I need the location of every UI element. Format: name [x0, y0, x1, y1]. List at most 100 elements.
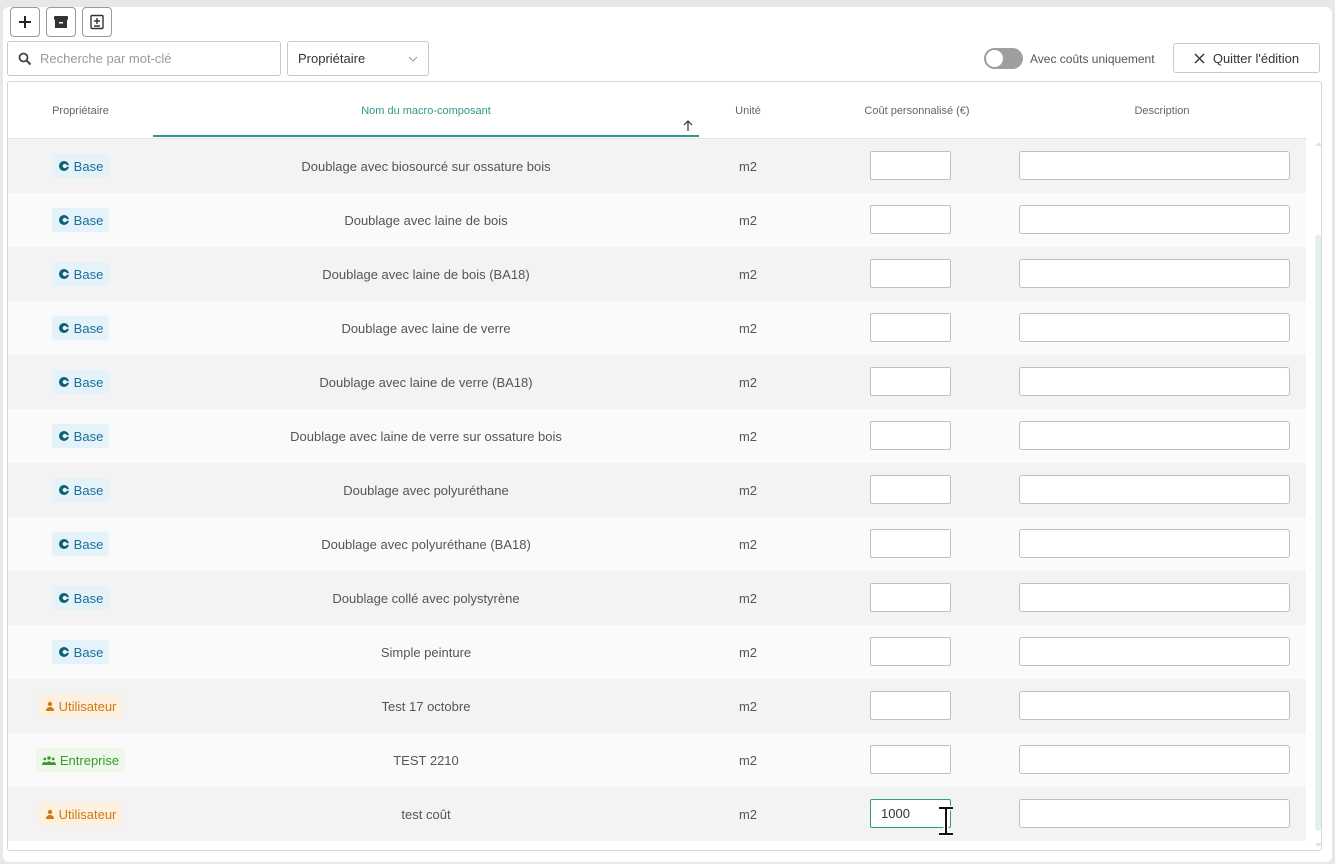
cost-input[interactable]	[870, 637, 951, 666]
unit-cell: m2	[738, 212, 758, 228]
cost-only-label: Avec coûts uniquement	[1030, 51, 1155, 66]
user-icon	[45, 809, 54, 819]
search-box	[7, 41, 281, 76]
description-input[interactable]	[1019, 583, 1290, 612]
description-input[interactable]	[1019, 799, 1290, 828]
import-button[interactable]	[82, 7, 112, 37]
cost-input[interactable]	[870, 799, 951, 828]
name-cell: Doublage avec polyuréthane	[343, 482, 509, 498]
cost-input[interactable]	[870, 583, 951, 612]
owner-badge-label: Base	[73, 536, 104, 552]
table-row[interactable]: Utilisateur Test 17 octobre m2	[8, 679, 1306, 733]
name-cell: Simple peinture	[380, 644, 472, 660]
team-icon	[41, 756, 56, 765]
base-icon	[58, 431, 70, 441]
table-row[interactable]: Base Doublage avec biosourcé sur ossature…	[8, 139, 1306, 193]
macro-components-table: Propriétaire Nom du macro-composant Unit…	[7, 81, 1322, 851]
table-row[interactable]: Base Doublage avec laine de verre sur oss…	[8, 409, 1306, 463]
description-input[interactable]	[1019, 475, 1290, 504]
unit-cell: m2	[738, 752, 758, 768]
owner-filter-value: Propriétaire	[298, 51, 366, 66]
owner-badge-label: Base	[73, 212, 104, 228]
table-row[interactable]: Base Doublage avec laine de verre m2	[8, 301, 1306, 355]
base-icon	[58, 593, 70, 603]
cost-only-toggle[interactable]	[984, 48, 1023, 69]
scrollbar-thumb[interactable]	[1315, 235, 1321, 831]
unit-cell: m2	[738, 590, 758, 606]
scrollbar[interactable]	[1314, 139, 1322, 850]
description-input[interactable]	[1019, 313, 1290, 342]
description-input[interactable]	[1019, 691, 1290, 720]
description-input[interactable]	[1019, 367, 1290, 396]
header-name[interactable]: Nom du macro-composant	[153, 82, 699, 139]
header-unit[interactable]: Unité	[699, 82, 797, 139]
owner-badge: Utilisateur	[38, 802, 123, 826]
toggle-knob	[986, 50, 1003, 67]
owner-cell: Base	[8, 463, 153, 517]
quit-edit-button[interactable]: Quitter l'édition	[1173, 43, 1320, 73]
owner-badge-label: Utilisateur	[58, 806, 117, 822]
cost-input[interactable]	[870, 475, 951, 504]
description-input[interactable]	[1019, 421, 1290, 450]
table-row[interactable]: Base Simple peinture m2	[8, 625, 1306, 679]
owner-badge: Base	[51, 532, 110, 556]
archive-button[interactable]	[46, 7, 76, 37]
name-cell: Doublage avec laine de bois (BA18)	[322, 266, 530, 282]
cost-input[interactable]	[870, 367, 951, 396]
owner-badge: Base	[51, 154, 110, 178]
owner-badge-label: Base	[73, 320, 104, 336]
cost-input[interactable]	[870, 691, 951, 720]
unit-cell: m2	[738, 482, 758, 498]
owner-badge-label: Base	[73, 266, 104, 282]
unit-cell: m2	[738, 644, 758, 660]
cost-input[interactable]	[870, 421, 951, 450]
table-row[interactable]: Entreprise TEST 2210 m2	[8, 733, 1306, 787]
table-row[interactable]: Utilisateur test coût m2	[8, 787, 1306, 841]
owner-filter-select[interactable]: Propriétaire	[287, 41, 429, 76]
owner-badge: Base	[51, 316, 110, 340]
table-row[interactable]: Base Doublage collé avec polystyrène m2	[8, 571, 1306, 625]
user-icon	[45, 701, 54, 711]
cost-input[interactable]	[870, 745, 951, 774]
owner-cell: Utilisateur	[8, 679, 153, 733]
header-cost[interactable]: Coût personnalisé (€)	[797, 82, 1037, 139]
scroll-up-icon[interactable]	[1315, 141, 1322, 146]
owner-cell: Entreprise	[8, 733, 153, 787]
owner-badge-label: Base	[73, 590, 104, 606]
owner-cell: Base	[8, 193, 153, 247]
description-input[interactable]	[1019, 637, 1290, 666]
unit-cell: m2	[738, 428, 758, 444]
cost-input[interactable]	[870, 205, 951, 234]
description-input[interactable]	[1019, 205, 1290, 234]
description-input[interactable]	[1019, 529, 1290, 558]
description-input[interactable]	[1019, 259, 1290, 288]
scroll-down-icon[interactable]	[1315, 843, 1322, 848]
unit-cell: m2	[738, 374, 758, 390]
unit-cell: m2	[738, 320, 758, 336]
cost-input[interactable]	[870, 151, 951, 180]
name-cell: Doublage avec laine de verre (BA18)	[319, 374, 533, 390]
header-owner[interactable]: Propriétaire	[8, 82, 153, 139]
cost-input[interactable]	[870, 313, 951, 342]
table-row[interactable]: Base Doublage avec polyuréthane (BA18) m2	[8, 517, 1306, 571]
description-input[interactable]	[1019, 745, 1290, 774]
base-icon	[58, 161, 70, 171]
owner-cell: Base	[8, 517, 153, 571]
sort-asc-icon[interactable]	[683, 120, 693, 132]
table-row[interactable]: Base Doublage avec laine de bois (BA18) m2	[8, 247, 1306, 301]
name-cell: test coût	[401, 806, 451, 822]
search-input[interactable]	[40, 51, 260, 66]
base-icon	[58, 323, 70, 333]
cost-input[interactable]	[870, 259, 951, 288]
table-row[interactable]: Base Doublage avec polyuréthane m2	[8, 463, 1306, 517]
name-cell: Doublage collé avec polystyrène	[332, 590, 520, 606]
archive-icon	[54, 16, 68, 28]
description-input[interactable]	[1019, 151, 1290, 180]
table-row[interactable]: Base Doublage avec laine de verre (BA18) m…	[8, 355, 1306, 409]
header-description[interactable]: Description	[1037, 82, 1287, 139]
owner-cell: Base	[8, 139, 153, 193]
cost-input[interactable]	[870, 529, 951, 558]
table-row[interactable]: Base Doublage avec laine de bois m2	[8, 193, 1306, 247]
owner-badge: Entreprise	[35, 748, 126, 772]
add-button[interactable]	[10, 7, 40, 37]
